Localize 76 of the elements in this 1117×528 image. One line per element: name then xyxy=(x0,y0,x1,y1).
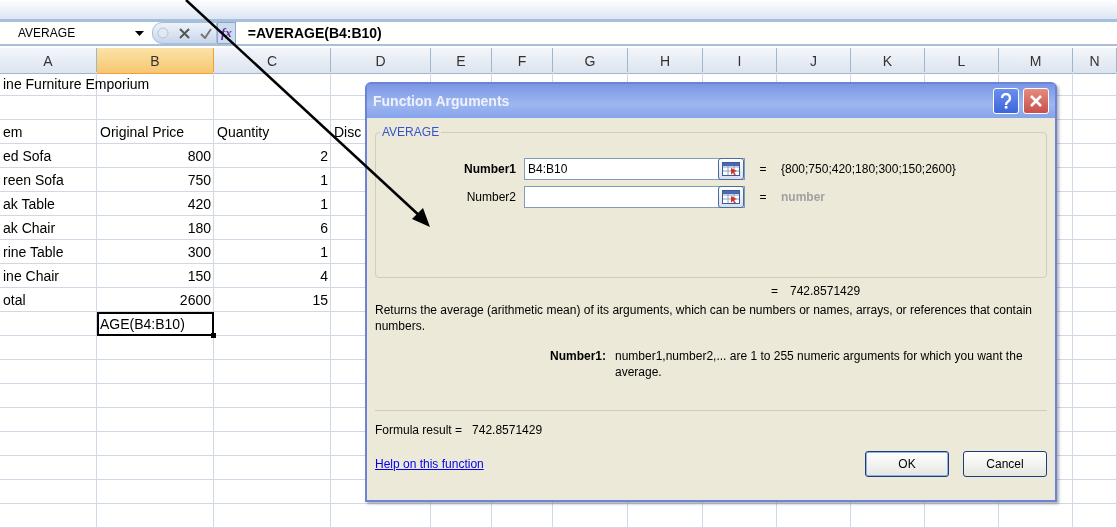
help-button[interactable] xyxy=(993,88,1019,114)
table-cell: 2 xyxy=(320,147,328,165)
table-cell: ak Table xyxy=(3,195,55,213)
argument-value: {800;750;420;180;300;150;2600} xyxy=(781,162,957,176)
equals-sign: = xyxy=(758,190,768,204)
table-cell: Disc xyxy=(334,123,362,141)
column-header[interactable]: L xyxy=(925,48,999,74)
range-picker-icon xyxy=(722,190,740,204)
column-header[interactable]: M xyxy=(999,48,1073,74)
table-cell: 420 xyxy=(187,195,211,213)
formula-text: =AVERAGE(B4:B10) xyxy=(247,25,382,41)
dialog-title: Function Arguments xyxy=(373,93,511,109)
table-cell: Quantity xyxy=(217,123,270,141)
dialog-button[interactable]: OK xyxy=(865,451,949,477)
argument-value: number xyxy=(781,190,826,204)
name-box-text: AVERAGE xyxy=(18,26,76,40)
name-box[interactable]: AVERAGE xyxy=(0,24,148,42)
table-cell: ine Chair xyxy=(3,267,60,285)
range-picker-icon xyxy=(722,162,740,176)
argument-help-text: number1,number2,... are 1 to 255 numeric arguments for which you want the average. xyxy=(615,348,1024,380)
table-cell: 300 xyxy=(187,243,211,261)
cell-text: AGE(B4:B10) xyxy=(100,315,185,333)
argument-label: Number1 xyxy=(463,162,517,176)
argument-field[interactable]: B4:B10 xyxy=(524,158,745,180)
argument-help-label: Number1: xyxy=(549,348,606,365)
collapse-dialog-button[interactable] xyxy=(718,158,744,180)
column-header[interactable]: D xyxy=(331,48,431,74)
table-cell: em xyxy=(3,123,23,141)
argument-field[interactable] xyxy=(524,186,745,208)
column-header[interactable]: E xyxy=(431,48,492,74)
table-cell: 6 xyxy=(320,219,328,237)
collapse-dialog-button[interactable] xyxy=(718,186,744,208)
cancel-icon[interactable] xyxy=(179,27,190,39)
table-cell: 1 xyxy=(320,171,328,189)
group-label: AVERAGE xyxy=(380,125,442,139)
column-header[interactable]: H xyxy=(628,48,703,74)
column-header[interactable]: N xyxy=(1073,48,1117,74)
function-description: Returns the average (arithmetic mean) of its arguments, which can be numbers or names, arrays, or references that contain numbers. xyxy=(375,302,1033,334)
table-cell: otal xyxy=(3,291,26,309)
column-header[interactable]: I xyxy=(703,48,777,74)
argument-label: Number2 xyxy=(465,190,517,204)
formula-result-value: 742.8571429 xyxy=(472,423,543,437)
table-cell: 180 xyxy=(187,219,211,237)
table-cell: 1 xyxy=(320,195,328,213)
table-cell: 750 xyxy=(187,171,211,189)
table-cell: ed Sofa xyxy=(3,147,52,165)
table-cell: reen Sofa xyxy=(3,171,64,189)
table-cell: 2600 xyxy=(179,291,211,309)
result-value: 742.8571429 xyxy=(790,284,861,298)
active-cell[interactable]: AGE(B4:B10) xyxy=(97,312,214,336)
close-button[interactable] xyxy=(1023,88,1049,114)
column-header[interactable]: G xyxy=(553,48,628,74)
table-cell: rine Table xyxy=(3,243,64,261)
column-header[interactable]: J xyxy=(777,48,851,74)
equals-sign: = xyxy=(758,162,768,176)
help-link[interactable]: Help on this function xyxy=(375,457,851,471)
table-cell: 15 xyxy=(312,291,328,309)
column-header[interactable]: K xyxy=(851,48,925,74)
formula-result-label: Formula result = xyxy=(375,423,463,437)
circle-icon xyxy=(157,27,169,39)
dropdown-caret-icon[interactable] xyxy=(135,30,144,36)
table-cell: 800 xyxy=(187,147,211,165)
column-header[interactable]: A xyxy=(0,48,97,74)
table-cell: Original Price xyxy=(100,123,185,141)
close-icon xyxy=(1029,94,1043,108)
question-mark-icon xyxy=(1000,93,1012,109)
table-cell: 150 xyxy=(187,267,211,285)
check-icon[interactable] xyxy=(200,27,212,39)
column-header[interactable]: F xyxy=(492,48,553,74)
column-header[interactable]: B xyxy=(97,48,214,74)
dialog-button[interactable]: Cancel xyxy=(963,451,1047,477)
table-cell: 1 xyxy=(320,243,328,261)
equals-sign: = xyxy=(771,284,778,298)
table-cell: ak Chair xyxy=(3,219,56,237)
table-cell: 4 xyxy=(320,267,328,285)
table-cell: ine Furniture Emporium xyxy=(3,75,150,93)
